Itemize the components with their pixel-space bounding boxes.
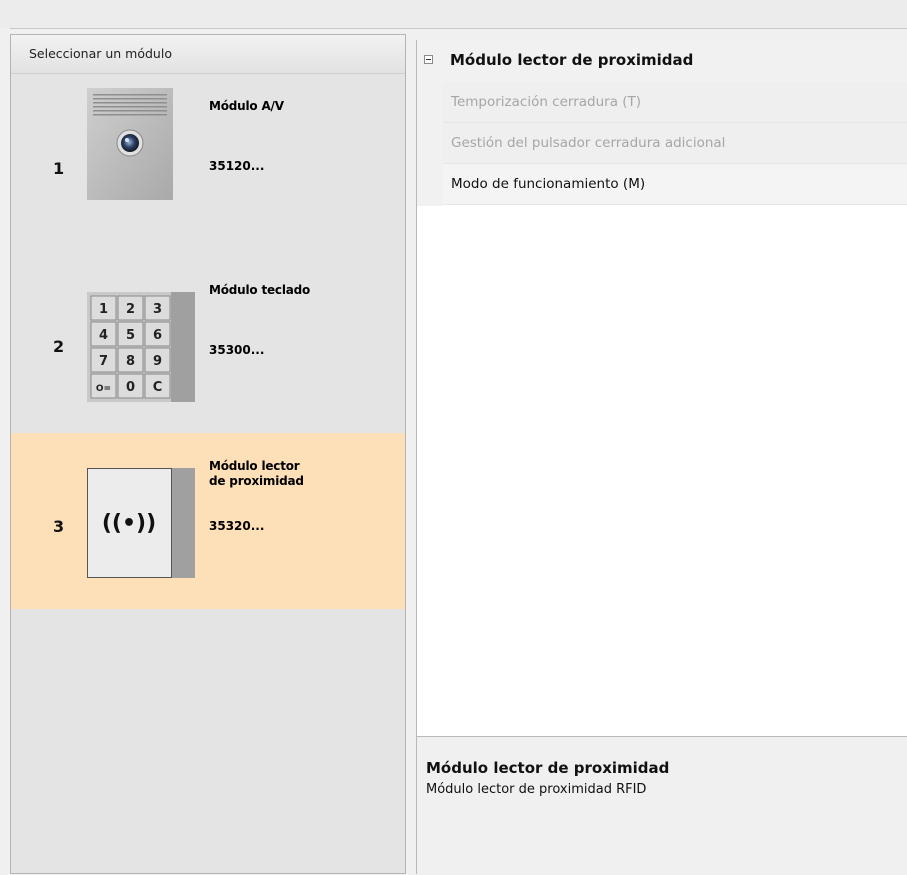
module-code: 35120... [209,159,265,173]
keypad-key-label: 5 [126,328,135,343]
property-grid: Módulo lector de proximidad Temporizació… [417,40,907,736]
keypad-key-label: 4 [99,328,108,343]
module-index: 3 [53,517,65,536]
keypad-key-label: O= [96,384,111,394]
module-code: 35300... [209,343,265,357]
module-index: 2 [53,337,65,356]
keypad-key-label: 1 [99,302,108,317]
property-category-title: Módulo lector de proximidad [450,51,694,69]
keypad-key-label: 9 [153,354,162,369]
description-title: Módulo lector de proximidad [426,759,670,777]
keypad-key-label: 2 [126,302,135,317]
description-panel: Módulo lector de proximidad Módulo lecto… [417,736,907,875]
module-name: Módulo teclado [209,283,311,297]
properties-panel: Módulo lector de proximidad Temporizació… [416,40,907,875]
collapse-icon[interactable] [424,55,433,64]
module-item-proximity-reader[interactable]: 3 ((•)) Módulo lector de proximidad 3532… [11,433,405,609]
keypad-key-label: 3 [153,302,162,317]
module-name: Módulo A/V [209,99,284,113]
proximity-reader-module-icon: ((•)) [87,468,195,578]
module-index: 1 [53,159,65,178]
property-row-extra-lock-button[interactable]: Gestión del pulsador cerradura adicional [443,123,907,164]
keypad-key-label: 8 [126,354,135,369]
keypad-key-label: 6 [153,328,162,343]
property-row-lock-timing[interactable]: Temporización cerradura (T) [443,82,907,123]
window-edge [0,28,10,874]
property-category[interactable]: Módulo lector de proximidad [417,40,907,83]
keypad-key-label: 0 [126,380,135,395]
property-row-operating-mode[interactable]: Modo de funcionamiento (M) [443,164,907,205]
module-selector-header: Seleccionar un módulo [11,35,405,74]
keypad-module-icon: 1 2 3 4 5 6 7 8 9 O= 0 C [87,292,195,402]
audio-video-module-icon [87,88,173,200]
module-item-av[interactable]: 1 Módulo A/V 35120... [11,73,405,249]
module-code: 35320... [209,519,265,533]
module-selector-panel: Seleccionar un módulo 1 Módulo A/V 35120… [10,34,406,874]
module-name: Módulo lector de proximidad [209,459,304,488]
property-gutter [417,82,443,206]
keypad-key-label: 7 [99,354,108,369]
keypad-key-label: C [153,380,163,395]
module-item-keypad[interactable]: 2 1 2 3 4 5 6 7 8 9 O= 0 C Módulo teclado 35300... [11,257,405,433]
top-toolbar-strip [0,0,907,29]
proximity-wave-symbol: ((•)) [102,511,156,536]
description-text: Módulo lector de proximidad RFID [426,782,647,797]
